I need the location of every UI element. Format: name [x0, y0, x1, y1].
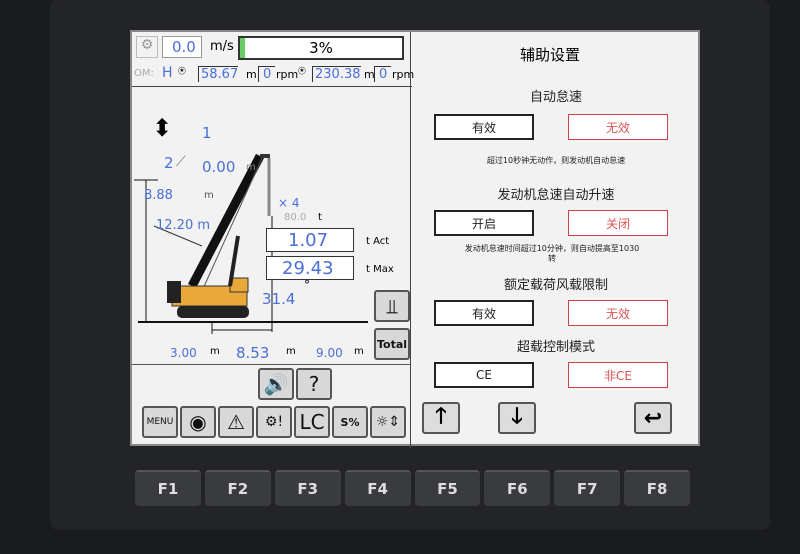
f2-key[interactable]: F2	[204, 470, 271, 506]
section-heading: 超载控制模式	[516, 340, 595, 355]
hook-count: 1	[202, 124, 212, 142]
rpm-unit: rpm	[276, 68, 299, 81]
unit: m	[286, 346, 296, 357]
slope-button[interactable]: S%	[332, 406, 368, 438]
om-label: OM:	[134, 68, 154, 79]
radius-max: 9.00	[316, 346, 343, 360]
lift-height: 8.88	[144, 188, 173, 203]
note: 超过10秒钟无动作，则发动机自动怠速	[486, 156, 626, 165]
section-heading: 发动机怠速自动升速	[497, 188, 615, 203]
f5-key[interactable]: F5	[414, 470, 481, 506]
max-load: 29.43	[282, 258, 334, 279]
lc-button[interactable]: LC	[294, 406, 330, 438]
jib-icon: ⟋	[176, 154, 186, 170]
crane-illustration	[167, 153, 271, 318]
function-keys: F1 F2 F3 F4 F5 F6 F7 F8	[135, 470, 690, 506]
screen: ⚙ 0.0 m/s 3% OM: H ⍟ 58.67 m 0 rpm ⍟ 230…	[130, 30, 700, 448]
unit: m	[210, 346, 220, 357]
auto-idle-on[interactable]: 有效	[434, 114, 534, 140]
speed-value: 0.0	[172, 38, 196, 56]
section-heading: 自动怠速	[529, 90, 582, 105]
note: 发动机怠速时间超过10分钟，则自动提高至1030转	[464, 244, 640, 263]
f3-key[interactable]: F3	[274, 470, 341, 506]
jib-index: 2	[164, 154, 174, 172]
winch-icon: ⚙	[136, 36, 158, 58]
actual-load-label: t Act	[366, 236, 390, 247]
idle-speedup-off[interactable]: 关闭	[568, 210, 668, 236]
menu-button[interactable]: MENU	[142, 406, 178, 438]
working-radius: 8.53	[236, 344, 270, 362]
back-button[interactable]: ↩	[634, 402, 672, 434]
total-button[interactable]: Total	[374, 328, 410, 360]
winch1-icon: ⍟	[178, 64, 186, 79]
up-arrow-button[interactable]: 🡑	[422, 402, 460, 434]
winch1-rpm: 0	[258, 66, 276, 82]
boom-length: 12.20 m	[156, 218, 211, 233]
auto-idle-off[interactable]: 无效	[568, 114, 668, 140]
actual-load: 1.07	[288, 230, 329, 251]
unit: m	[246, 162, 256, 173]
page-title: 辅助设置	[520, 46, 581, 64]
radius-min: 3.00	[170, 346, 197, 360]
hook-button[interactable]: ⫫	[374, 290, 410, 322]
overload-mode-non-ce[interactable]: 非CE	[568, 362, 668, 388]
degree-unit: °	[304, 278, 310, 292]
max-load-label: t Max	[366, 264, 394, 275]
jib-length: 0.00	[202, 158, 236, 176]
f6-key[interactable]: F6	[484, 470, 551, 506]
camera-button[interactable]: ◉	[180, 406, 216, 438]
overload-mode-ce[interactable]: CE	[434, 362, 534, 388]
down-arrow-button[interactable]: 🡓	[498, 402, 536, 434]
help-button[interactable]: ?	[296, 368, 332, 400]
f8-key[interactable]: F8	[624, 470, 690, 506]
winch2-icon: ⍟	[298, 64, 306, 79]
section-heading: 额定载荷风载限制	[503, 278, 608, 293]
wind-limit-on[interactable]: 有效	[434, 300, 534, 326]
hook-block-icon: ⬍	[152, 114, 173, 142]
winch1-height: 58.67	[198, 66, 239, 82]
unit: m	[354, 346, 364, 357]
idle-speedup-on[interactable]: 开启	[434, 210, 534, 236]
unit: m	[204, 190, 214, 201]
f1-key[interactable]: F1	[135, 470, 201, 506]
progress-bar: 3%	[238, 36, 404, 60]
progress-label: 3%	[309, 39, 333, 57]
brightness-button[interactable]: ☼⇕	[370, 406, 406, 438]
winch2-rpm: 0	[374, 66, 392, 82]
line-falls: × 4	[278, 196, 300, 210]
unit: t	[318, 212, 322, 223]
boom-angle: 31.4	[262, 290, 296, 308]
rated-capacity: 80.0	[284, 212, 307, 223]
unit: m	[246, 68, 257, 81]
wind-limit-off[interactable]: 无效	[568, 300, 668, 326]
f4-key[interactable]: F4	[344, 470, 411, 506]
warning-button[interactable]: ⚠	[218, 406, 254, 438]
f7-key[interactable]: F7	[554, 470, 621, 506]
sound-button[interactable]: 🔊	[258, 368, 294, 400]
h-label: H	[162, 65, 173, 81]
winch2-height: 230.38	[312, 66, 361, 82]
engine-fault-button[interactable]: ⚙!	[256, 406, 292, 438]
speed-unit: m/s	[210, 39, 234, 54]
